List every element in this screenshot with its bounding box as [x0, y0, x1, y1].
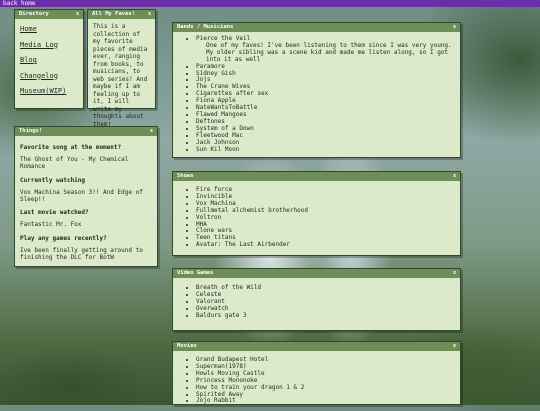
list-item: MHA — [196, 221, 452, 229]
bands-header: Bands / Musicians x — [173, 23, 460, 32]
question-favorite-song: Favorite song at the moment? — [20, 144, 122, 151]
close-icon[interactable]: x — [453, 269, 456, 278]
close-icon[interactable]: x — [148, 10, 151, 19]
answer-currently-watching: Vox Machina Season 3!! And Edge of Sleep… — [20, 188, 143, 204]
back-home-link[interactable]: back home — [0, 0, 36, 7]
directory-panel: Directory x Home Media Log Blog Changelo… — [14, 9, 84, 109]
close-icon[interactable]: x — [453, 23, 456, 32]
games-body: Breath of the Wild Celeste Valorant Over… — [173, 278, 460, 327]
list-item: Pierce the Veil One of my faves! I've be… — [196, 35, 452, 64]
bands-body: Pierce the Veil One of my faves! I've be… — [173, 32, 460, 157]
close-icon[interactable]: x — [453, 342, 456, 351]
faves-text: This is a collection of my favorite piec… — [93, 23, 148, 128]
answer-last-movie: Fantastic Mr. Fox — [20, 221, 82, 229]
shows-header: Shows x — [173, 172, 460, 181]
nav-link-blog[interactable]: Blog — [20, 53, 78, 69]
faves-title: All My Faves! — [92, 11, 136, 17]
close-icon[interactable]: x — [76, 10, 79, 19]
directory-title: Directory — [19, 11, 49, 17]
bands-panel: Bands / Musicians x Pierce the Veil One … — [172, 22, 461, 158]
close-icon[interactable]: x — [150, 127, 153, 136]
faves-header: All My Faves! x — [88, 10, 155, 19]
nav-link-media-log[interactable]: Media Log — [20, 38, 78, 54]
things-panel: Things! x Favorite song at the moment? T… — [14, 126, 158, 267]
list-item: Voltron — [196, 214, 452, 222]
question-last-movie: Last movie watched? — [20, 209, 89, 217]
directory-nav: Home Media Log Blog Changelog Museum(WIP… — [15, 19, 83, 104]
question-games: Play any games recently? — [20, 234, 107, 242]
list-item: Breath of the Wild — [196, 284, 452, 292]
shows-body: Fire force Invincible Vox Machina Fullme… — [173, 181, 460, 255]
answer-games: Ive been finally getting around to finis… — [20, 246, 143, 262]
directory-header: Directory x — [15, 10, 83, 19]
shows-title: Shows — [177, 173, 194, 179]
band-note: One of my faves! I've been listening to … — [206, 41, 452, 63]
shows-panel: Shows x Fire force Invincible Vox Machin… — [172, 171, 461, 256]
movies-body: Grand Budapest Hotel Superman(1978) Howl… — [173, 351, 460, 411]
close-icon[interactable]: x — [453, 172, 456, 181]
nav-link-home[interactable]: Home — [20, 22, 78, 38]
movies-header: Movies x — [173, 342, 460, 351]
shows-list: Fire force Invincible Vox Machina Fullme… — [181, 186, 452, 249]
list-item: Flawed Mangoes — [196, 111, 452, 119]
band-name: Pierce the Veil — [196, 35, 251, 42]
top-bar: back home — [0, 0, 540, 7]
list-item: Valorant — [196, 298, 452, 306]
nav-link-changelog[interactable]: Changelog — [20, 69, 78, 85]
bands-title: Bands / Musicians — [177, 24, 234, 30]
movies-list: Grand Budapest Hotel Superman(1978) Howl… — [181, 356, 452, 405]
list-item: Jojo Rabbit — [196, 398, 452, 405]
list-item: Sun Kil Moon — [196, 146, 452, 154]
bands-list: Pierce the Veil One of my faves! I've be… — [181, 35, 452, 154]
list-item: Sidney Gish — [196, 70, 452, 78]
games-panel: Video Games x Breath of the Wild Celeste… — [172, 268, 461, 331]
games-header: Video Games x — [173, 269, 460, 278]
list-item: Fire force — [196, 186, 452, 194]
faves-panel: All My Faves! x This is a collection of … — [87, 9, 156, 128]
list-item: Fullmetal alchemist brotherhood — [196, 207, 452, 215]
list-item: Baldurs gate 3 — [196, 312, 452, 320]
list-item: Celeste — [196, 291, 452, 299]
question-currently-watching: Currently watching — [20, 176, 86, 184]
nav-link-museum[interactable]: Museum(WIP) — [20, 84, 78, 100]
list-item: Avatar: The Last Airbender — [196, 241, 452, 249]
games-list: Breath of the Wild Celeste Valorant Over… — [181, 284, 452, 320]
things-title: Things! — [19, 128, 43, 134]
things-body: Favorite song at the moment? The Ghost o… — [15, 136, 157, 271]
movies-title: Movies — [177, 343, 197, 349]
answer-favorite-song: The Ghost of You - My Chemical Romance — [20, 156, 129, 171]
games-title: Video Games — [177, 270, 214, 276]
movies-panel: Movies x Grand Budapest Hotel Superman(1… — [172, 341, 461, 405]
things-header: Things! x — [15, 127, 157, 136]
